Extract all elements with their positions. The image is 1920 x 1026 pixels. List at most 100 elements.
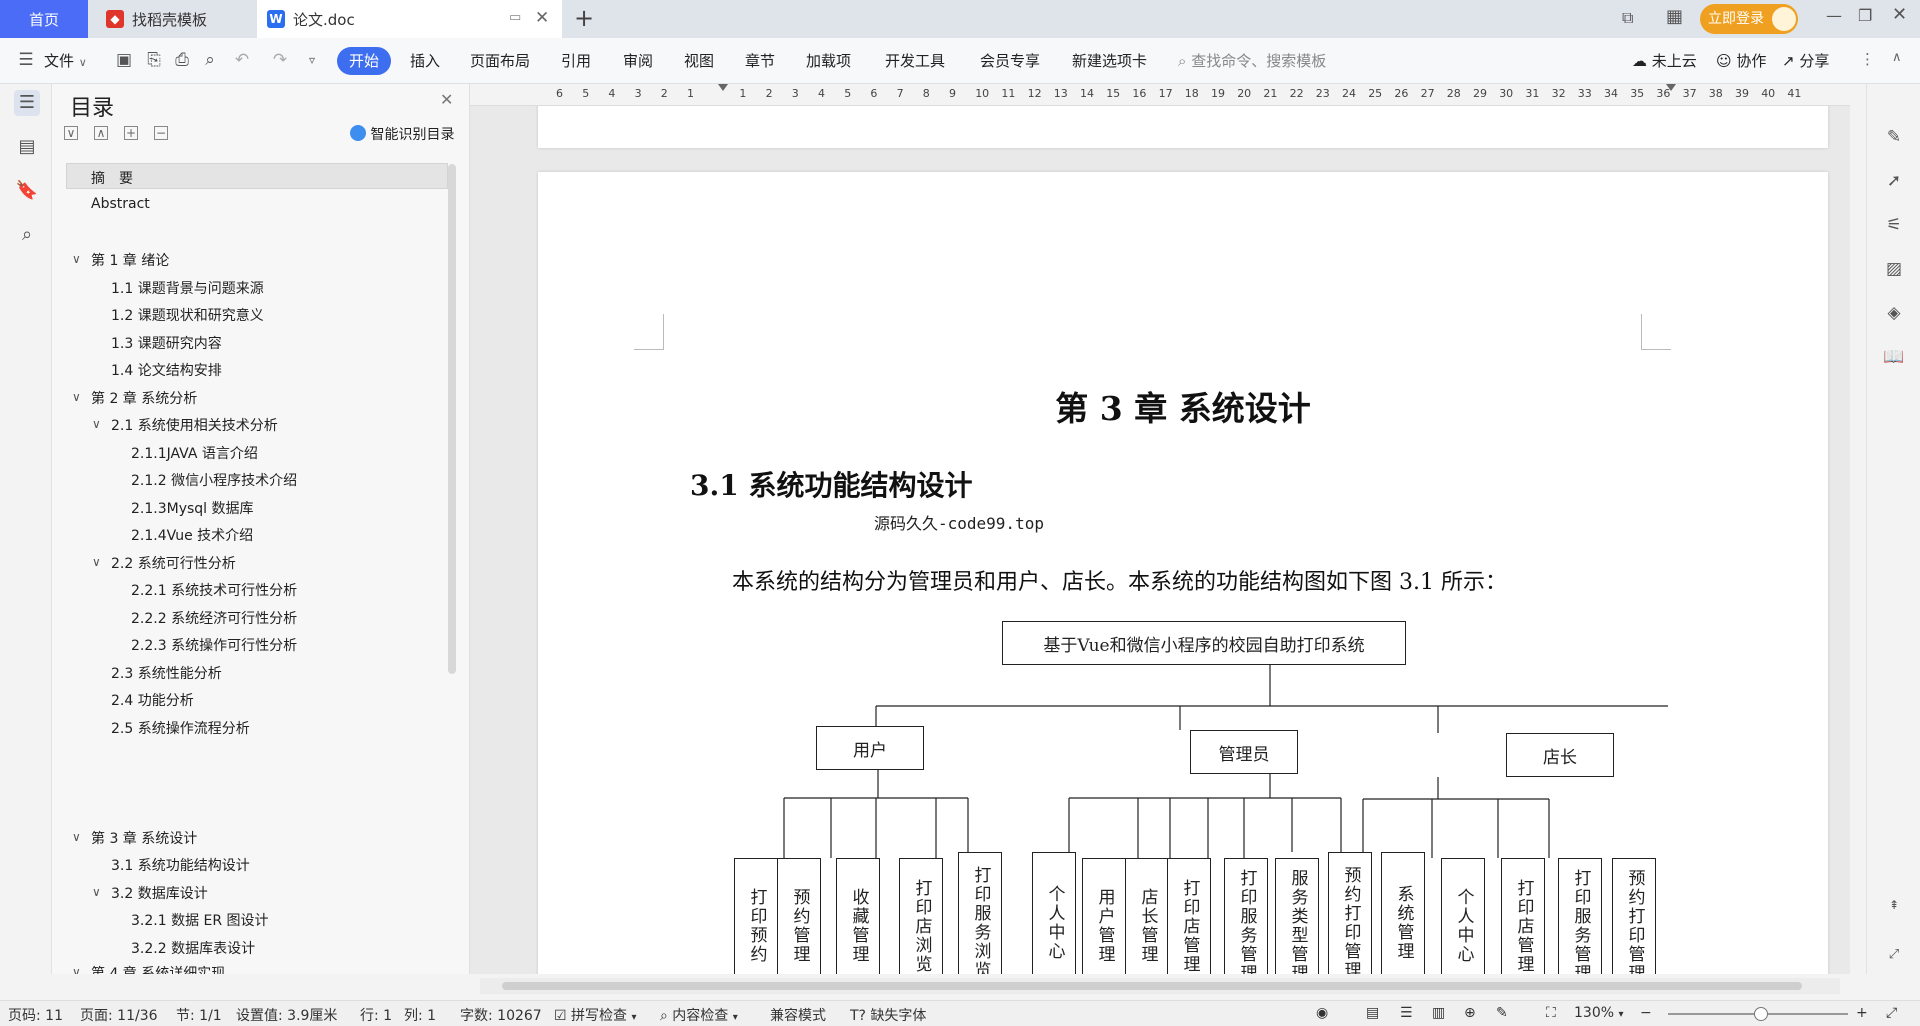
pen-icon[interactable]: ✎ [1883,126,1905,148]
toc-item[interactable]: Abstract [91,196,150,212]
apps-grid-icon[interactable]: ▦ [1666,6,1683,27]
add-heading-icon[interactable]: + [124,126,138,140]
toc-item[interactable]: 1.3 课题研究内容 [111,333,222,353]
minimize-icon[interactable]: — [1826,6,1842,25]
toc-item[interactable]: 3.2.2 数据库表设计 [131,938,255,958]
menu-start[interactable]: 开始 [337,47,391,75]
menu-chapter[interactable]: 章节 [745,50,775,71]
toc-item[interactable]: 2.1.1JAVA 语言介绍 [131,443,258,463]
menu-addons[interactable]: 加载项 [806,50,851,71]
toc-item[interactable]: 1.4 论文结构安排 [111,360,222,380]
cursor-icon[interactable]: ➚ [1883,170,1905,192]
menu-review[interactable]: 审阅 [623,50,653,71]
share-button[interactable]: ↗ 分享 [1782,50,1829,71]
book-icon[interactable]: 📖 [1883,346,1905,368]
toc-item[interactable]: 2.4 功能分析 [111,690,194,710]
missing-font-button[interactable]: T? 缺失字体 [850,1005,926,1025]
menu-insert[interactable]: 插入 [410,50,440,71]
toc-item[interactable]: 2.1.4Vue 技术介绍 [131,525,253,545]
tab-template[interactable]: ◆ 找稻壳模板 [90,0,255,38]
menu-file[interactable]: 文件 ∨ [44,50,87,71]
more-options-icon[interactable]: ⋮ [1860,50,1875,68]
chevron-down-icon[interactable]: ∨ [72,252,81,266]
zoom-slider[interactable] [1668,1007,1848,1021]
maximize-icon[interactable]: ❐ [1858,6,1872,25]
collapse-all-icon[interactable]: ∧ [94,126,108,140]
undo-icon[interactable]: ↶ [232,50,252,70]
new-tab-icon[interactable]: + [574,4,594,32]
menu-newtab[interactable]: 新建选项卡 [1072,50,1147,71]
toc-item[interactable]: 第 2 章 系统分析 [91,388,197,408]
more-dropdown-icon[interactable]: ▿ [302,50,322,70]
indent-marker[interactable] [718,84,728,91]
fit-page-icon[interactable]: ⛶ [1546,1005,1556,1021]
find-icon[interactable]: ⌕ [14,222,40,248]
toc-item[interactable]: 摘 要 [91,168,133,188]
toc-item[interactable]: 2.1 系统使用相关技术分析 [111,415,278,435]
toc-item[interactable]: 3.2.1 数据 ER 图设计 [131,910,269,930]
compass-icon[interactable]: ◈ [1883,302,1905,324]
page-up-icon[interactable]: ⇞ [1883,894,1905,916]
outline-view-icon[interactable]: ☰ [1400,1005,1413,1021]
toc-item[interactable]: 1.1 课题背景与问题来源 [111,278,264,298]
menu-reference[interactable]: 引用 [561,50,591,71]
eye-protect-icon[interactable]: ◉ [1316,1005,1328,1021]
menu-view[interactable]: 视图 [684,50,714,71]
toc-item[interactable]: 3.2 数据库设计 [111,883,208,903]
layout-icon[interactable]: ⧉ [1622,8,1633,28]
chevron-down-icon[interactable]: ∨ [72,965,81,974]
status-pages[interactable]: 页面: 11/36 [80,1005,158,1025]
chevron-down-icon[interactable]: ∨ [92,555,101,569]
login-button[interactable]: 立即登录 [1700,4,1798,34]
tab-document[interactable]: W 论文.doc ▭ ✕ [257,0,562,38]
export-pdf-icon[interactable]: ⎘ [144,50,164,70]
toc-item[interactable]: 3.1 系统功能结构设计 [111,855,250,875]
navigation-icon[interactable]: ▤ [14,134,40,160]
toc-item[interactable]: 2.1.3Mysql 数据库 [131,498,254,518]
fullscreen-icon[interactable]: ⤢ [1883,944,1905,966]
chevron-down-icon[interactable]: ∨ [72,830,81,844]
image-icon[interactable]: ▨ [1883,258,1905,280]
toc-item[interactable]: 第 3 章 系统设计 [91,828,197,848]
zoom-out-icon[interactable]: − [1640,1005,1652,1021]
close-toc-icon[interactable]: ✕ [440,90,453,109]
horizontal-ruler[interactable]: 6 5 4 3 2 1 1 2 3 4 5 6 7 8 9 10 11 12 13 14 15 16 17 18 19 20 21 2… [470,84,1850,106]
toc-item[interactable]: 2.2.3 系统操作可行性分析 [131,635,297,655]
toc-panel-icon[interactable]: ☰ [14,90,40,116]
tab-home[interactable]: 首页 [0,0,88,38]
collab-button[interactable]: ☺ 协作 [1716,50,1766,71]
collapse-ribbon-icon[interactable]: ∧ [1892,50,1902,65]
print-preview-icon[interactable]: ⌕ [200,50,220,70]
close-tab-icon[interactable]: ✕ [535,8,549,28]
print-icon[interactable]: ⎙ [172,50,192,70]
bookmark-icon[interactable]: 🔖 [14,178,40,204]
chevron-down-icon[interactable]: ∨ [92,417,101,431]
remove-heading-icon[interactable]: − [154,126,168,140]
toc-item[interactable]: 2.1.2 微信小程序技术介绍 [131,470,297,490]
toc-item[interactable]: 2.5 系统操作流程分析 [111,718,250,738]
expand-all-icon[interactable]: ∨ [64,126,78,140]
read-view-icon[interactable]: ▥ [1432,1005,1445,1021]
zoom-in-icon[interactable]: + [1856,1005,1868,1021]
toc-item[interactable]: 2.3 系统性能分析 [111,663,222,683]
settings-sliders-icon[interactable]: ⚟ [1883,214,1905,236]
menu-member[interactable]: 会员专享 [980,50,1040,71]
menu-devtools[interactable]: 开发工具 [885,50,945,71]
write-mode-icon[interactable]: ✎ [1496,1005,1508,1021]
chevron-down-icon[interactable]: ∨ [72,390,81,404]
h-scrollbar-thumb[interactable] [502,982,1802,990]
more-icon[interactable]: … [422,964,436,974]
hamburger-icon[interactable]: ☰ [16,50,36,70]
save-icon[interactable]: ▣ [114,50,134,70]
toc-item[interactable]: 第 1 章 绪论 [91,250,169,270]
chevron-down-icon[interactable]: ∨ [92,885,101,899]
right-indent-marker[interactable] [1666,84,1676,91]
cloud-status-button[interactable]: ☁ 未上云 [1632,50,1697,71]
spell-check-button[interactable]: ☑ 拼写检查 ▾ [554,1005,637,1025]
zoom-slider-thumb[interactable] [1754,1007,1768,1021]
close-window-icon[interactable]: ✕ [1892,4,1907,25]
toc-item[interactable]: 2.2.2 系统经济可行性分析 [131,608,297,628]
fullscreen-expand-icon[interactable]: ⤢ [1886,1005,1897,1021]
horizontal-scrollbar[interactable] [480,978,1840,994]
current-page[interactable]: 第 3 章 系统设计 3.1 系统功能结构设计 源码久久-code99.top … [538,172,1828,974]
